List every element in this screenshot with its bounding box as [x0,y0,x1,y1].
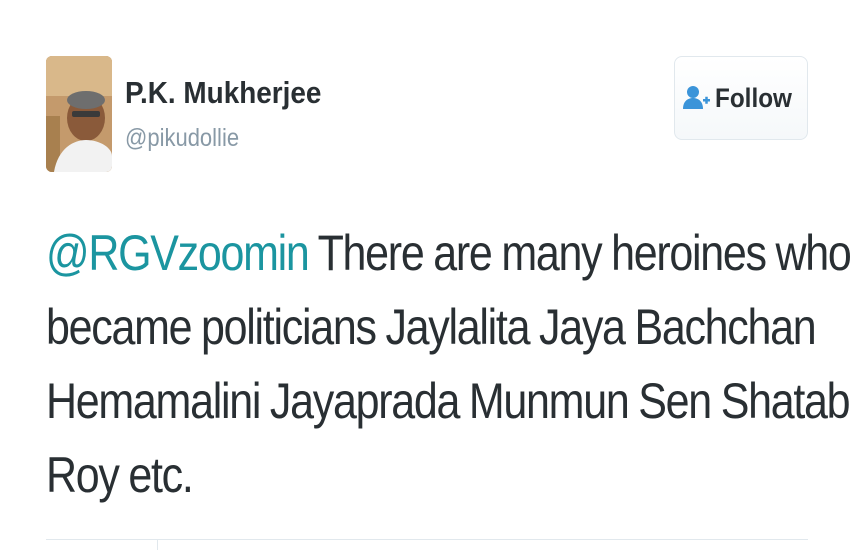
profile-photo [46,56,112,172]
tweet-line-2: became politicians Jaylalita Jaya Bachch… [46,299,817,355]
tweet-line-4: Roy etc. [46,447,194,503]
follow-button[interactable]: Follow [674,56,808,140]
follow-button-label: Follow [714,82,792,113]
tweet-text: @RGVzoomin There are many heroines who b… [46,216,850,512]
add-user-icon [682,84,710,112]
avatar[interactable] [46,56,112,172]
divider-tick [157,539,158,550]
tweet-line-1: @RGVzoomin There are many heroines who [46,216,850,290]
user-display-name[interactable]: P.K. Mukherjee [125,75,321,111]
user-handle[interactable]: @pikudollie [125,124,239,153]
mention-link[interactable]: @RGVzoomin [46,225,310,281]
tweet-line-1-text: There are many heroines who [308,225,850,281]
tweet-line-3: Hemamalini Jayaprada Munmun Sen Shatabdi [46,373,850,429]
tweet-divider [46,539,808,540]
